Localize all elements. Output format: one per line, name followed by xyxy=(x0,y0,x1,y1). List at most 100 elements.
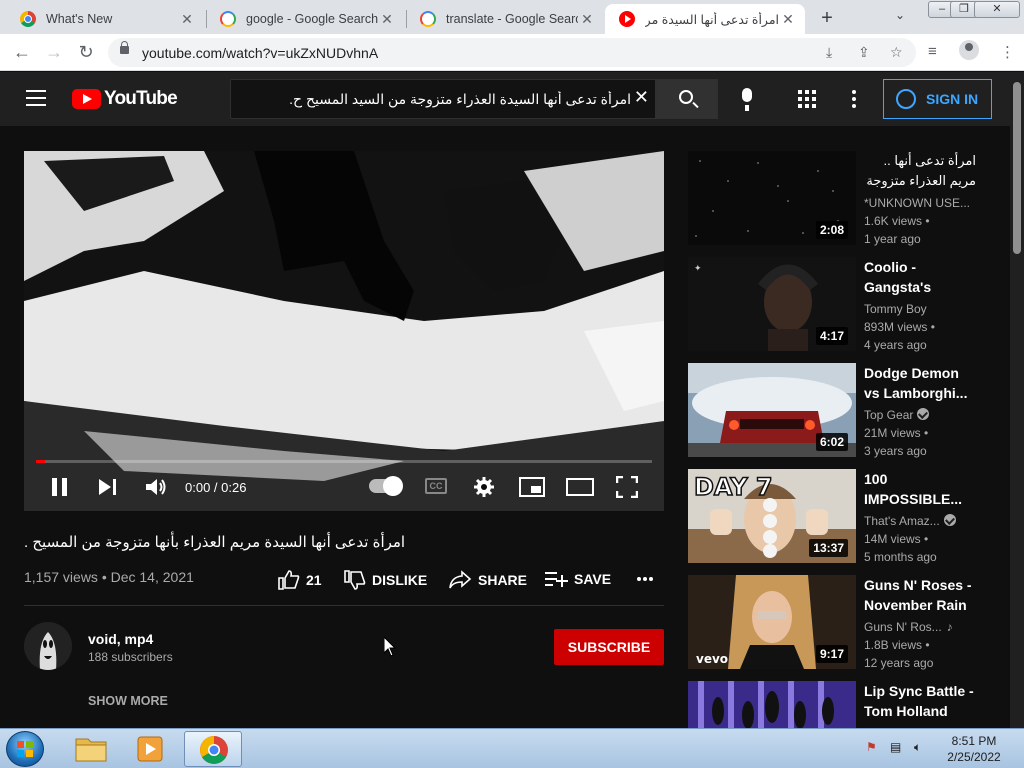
channel-name[interactable]: Guns N' Ros... ♪ xyxy=(864,620,976,634)
more-actions-icon[interactable] xyxy=(636,569,654,587)
search-input[interactable]: امرأة تدعى أنها السيدة العذراء متزوجة من… xyxy=(230,79,656,119)
channel-name[interactable]: Tommy Boy xyxy=(864,302,976,316)
video-title[interactable]: Guns N' Roses - November Rain xyxy=(864,575,976,615)
tab-whats-new[interactable]: What's New ✕ xyxy=(6,4,204,34)
video-title[interactable]: امرأة تدعى أنها .. مريم العذراء متزوجة xyxy=(864,151,976,191)
video-thumbnail[interactable]: DAY 7 13:37 xyxy=(688,469,856,563)
recommended-video[interactable]: 2:08 امرأة تدعى أنها .. مريم العذراء متز… xyxy=(688,151,988,246)
video-duration: 9:17 xyxy=(815,645,848,663)
miniplayer-icon[interactable] xyxy=(519,477,545,497)
media-queue-icon[interactable]: ≡ xyxy=(928,43,937,60)
network-icon[interactable]: ▤ xyxy=(890,740,901,754)
volume-icon[interactable] xyxy=(146,478,168,496)
url-text[interactable]: youtube.com/watch?v=ukZxNUDvhnA xyxy=(142,45,378,61)
video-thumbnail[interactable]: ✦ 4:17 xyxy=(688,257,856,351)
close-tab-icon[interactable]: ✕ xyxy=(578,11,596,28)
system-clock[interactable]: 8:51 PM 2/25/2022 xyxy=(936,733,1012,765)
search-button[interactable] xyxy=(656,79,718,119)
tab-search-chevron-icon[interactable]: ⌄ xyxy=(895,8,905,22)
youtube-apps-grid-icon[interactable] xyxy=(798,90,816,108)
clear-search-icon[interactable]: ✕ xyxy=(634,87,649,108)
video-title[interactable]: Coolio - Gangsta's xyxy=(864,257,976,297)
time-display: 0:00 / 0:26 xyxy=(185,480,247,495)
close-window-button[interactable]: ✕ xyxy=(974,1,1020,18)
taskbar-media-player[interactable] xyxy=(122,731,180,767)
hamburger-menu-icon[interactable] xyxy=(26,90,46,106)
close-tab-icon[interactable]: ✕ xyxy=(178,11,196,28)
settings-gear-icon[interactable] xyxy=(473,476,495,498)
video-thumbnail[interactable]: 2:08 xyxy=(688,151,856,245)
channel-name[interactable]: *UNKNOWN USE... xyxy=(864,196,976,210)
back-arrow-icon[interactable]: ← xyxy=(10,41,34,65)
install-app-icon[interactable]: ⤓ xyxy=(826,44,832,61)
close-tab-icon[interactable]: ✕ xyxy=(779,11,797,28)
video-thumbnail[interactable]: vevo 9:17 xyxy=(688,575,856,669)
share-label: SHARE xyxy=(478,572,528,588)
channel-name[interactable]: That's Amaz... xyxy=(864,514,976,528)
reload-icon[interactable]: ↻ xyxy=(74,41,98,65)
tab-youtube-video[interactable]: امرأة تدعى أنها السيدة مريم العذ . ✕ xyxy=(605,4,805,34)
new-tab-button[interactable]: + xyxy=(814,6,840,32)
tab-translate-search[interactable]: translate - Google Search ✕ xyxy=(406,4,604,34)
recommended-video[interactable]: vevo 9:17 Guns N' Roses - November Rain … xyxy=(688,575,988,670)
dislike-button[interactable]: DISLIKE xyxy=(344,570,427,590)
subscribe-button[interactable]: SUBSCRIBE xyxy=(554,629,664,665)
start-button[interactable] xyxy=(6,731,44,767)
pause-icon[interactable] xyxy=(52,478,68,496)
like-button[interactable]: 21 xyxy=(278,570,322,590)
save-button[interactable]: SAVE xyxy=(544,570,611,588)
music-note-icon: ♪ xyxy=(946,620,953,634)
video-title[interactable]: Lip Sync Battle - Tom Holland xyxy=(864,681,976,721)
close-tab-icon[interactable]: ✕ xyxy=(378,11,396,28)
autoplay-toggle[interactable] xyxy=(369,476,403,496)
channel-name[interactable]: Top Gear xyxy=(864,408,976,422)
video-title: امرأة تدعى أنها السيدة مريم العذراء بأنه… xyxy=(24,534,406,551)
recommended-video[interactable]: Lip Sync Battle - Tom Holland xyxy=(688,681,988,728)
video-frame xyxy=(24,151,664,511)
bookmark-star-icon[interactable]: ☆ xyxy=(890,44,903,61)
seek-bar[interactable] xyxy=(36,460,652,463)
recommended-video[interactable]: ✦ 4:17 Coolio - Gangsta's Tommy Boy 893M… xyxy=(688,257,988,352)
tab-google-search[interactable]: google - Google Search ✕ xyxy=(206,4,404,34)
clock-date: 2/25/2022 xyxy=(947,750,1001,764)
forward-arrow-icon[interactable]: → xyxy=(42,41,66,65)
recommended-video[interactable]: 6:02 Dodge Demon vs Lamborghi... Top Gea… xyxy=(688,363,988,458)
next-video-icon[interactable] xyxy=(99,479,117,495)
sign-in-button[interactable]: SIGN IN xyxy=(883,79,992,119)
video-player[interactable]: 0:00 / 0:26 CC xyxy=(24,151,664,511)
video-title[interactable]: 100 IMPOSSIBLE... xyxy=(864,469,976,509)
address-bar[interactable]: youtube.com/watch?v=ukZxNUDvhnA ⤓ ⇪ ☆ xyxy=(108,38,916,67)
page-scrollbar[interactable] xyxy=(1010,72,1024,728)
search-query-text[interactable]: امرأة تدعى أنها السيدة العذراء متزوجة من… xyxy=(289,91,631,108)
action-center-flag-icon[interactable]: ⚑ xyxy=(866,740,877,754)
youtube-logo[interactable]: YouTube xyxy=(72,88,178,110)
view-count: 1.6K views • xyxy=(864,214,930,228)
video-thumbnail[interactable]: 6:02 xyxy=(688,363,856,457)
video-thumbnail[interactable] xyxy=(688,681,856,728)
chrome-icon xyxy=(20,11,36,27)
youtube-icon xyxy=(619,11,635,27)
channel-name-text: Guns N' Ros... xyxy=(864,620,942,634)
view-count: 21M views • xyxy=(864,426,929,440)
channel-name[interactable]: void, mp4 xyxy=(88,631,153,647)
speaker-volume-icon[interactable]: 🔈︎ xyxy=(914,740,921,755)
theater-mode-icon[interactable] xyxy=(566,478,594,496)
video-title[interactable]: Dodge Demon vs Lamborghi... xyxy=(864,363,976,403)
taskbar-file-explorer[interactable] xyxy=(62,731,120,767)
scrollbar-thumb[interactable] xyxy=(1013,82,1021,254)
taskbar-chrome[interactable] xyxy=(184,731,242,767)
recommended-video[interactable]: DAY 7 13:37 100 IMPOSSIBLE... That's Ama… xyxy=(688,469,988,564)
chrome-menu-icon[interactable]: ⋮ xyxy=(1000,43,1015,61)
settings-kebab-icon[interactable] xyxy=(852,90,856,111)
svg-text:✦: ✦ xyxy=(694,264,702,274)
channel-avatar[interactable] xyxy=(24,622,72,670)
closed-captions-button[interactable]: CC xyxy=(425,478,447,494)
show-more-button[interactable]: SHOW MORE xyxy=(88,694,168,708)
share-arrow-icon xyxy=(449,570,472,589)
voice-search-mic-icon[interactable] xyxy=(742,88,752,111)
lock-icon[interactable] xyxy=(120,41,129,54)
share-button[interactable]: SHARE xyxy=(448,570,527,590)
share-icon[interactable]: ⇪ xyxy=(858,44,870,61)
profile-avatar-icon[interactable] xyxy=(959,40,979,60)
fullscreen-icon[interactable] xyxy=(616,476,638,498)
